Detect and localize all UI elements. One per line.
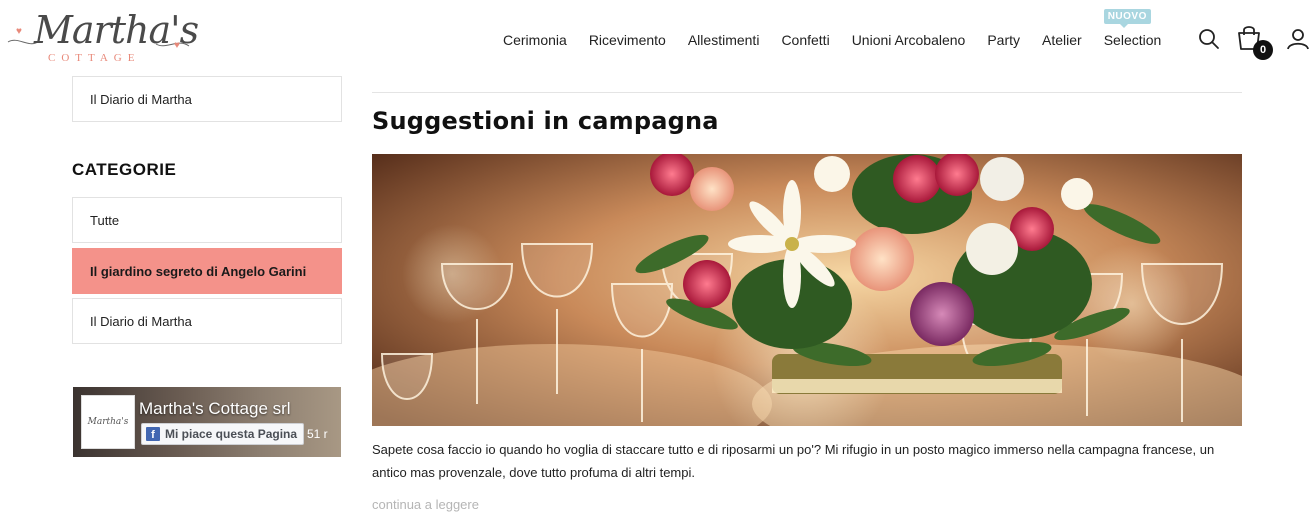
heart-icon: ♥ bbox=[16, 26, 22, 37]
nav-item-atelier[interactable]: Atelier bbox=[1042, 32, 1082, 48]
post-excerpt: Sapete cosa faccio io quando ho voglia d… bbox=[372, 442, 1215, 480]
cart-count-badge: 0 bbox=[1253, 40, 1273, 60]
nav-item-selection[interactable]: NUOVO Selection bbox=[1103, 9, 1162, 48]
post-title[interactable]: Suggestioni in campagna bbox=[372, 107, 719, 135]
category-label: Il Diario di Martha bbox=[90, 313, 192, 329]
category-item-tutte[interactable]: Tutte bbox=[72, 197, 342, 243]
category-item-giardino-segreto[interactable]: Il giardino segreto di Angelo Garini bbox=[72, 248, 342, 294]
nav-item-cerimonia[interactable]: Cerimonia bbox=[503, 32, 567, 48]
facebook-page-widget[interactable]: Martha's Martha's Cottage srl f Mi piace… bbox=[73, 387, 341, 457]
facebook-like-label: Mi piace questa Pagina bbox=[165, 427, 298, 441]
category-item-diario[interactable]: Il Diario di Martha bbox=[72, 298, 342, 344]
site-logo[interactable]: ♥ ♥ Martha's COTTAGE bbox=[6, 8, 199, 66]
table-centerpiece-illustration bbox=[372, 154, 1242, 426]
nav-item-selection-label: Selection bbox=[1103, 32, 1162, 48]
read-more-link[interactable]: continua a leggere bbox=[372, 497, 479, 512]
facebook-like-button[interactable]: f Mi piace questa Pagina bbox=[141, 423, 305, 445]
facebook-page-name[interactable]: Martha's Cottage srl bbox=[139, 399, 291, 419]
logo-subtitle: COTTAGE bbox=[48, 52, 141, 64]
nav-item-allestimenti[interactable]: Allestimenti bbox=[688, 32, 760, 48]
category-label: Il giardino segreto di Angelo Garini bbox=[90, 263, 307, 279]
logo-text: Martha's bbox=[34, 8, 199, 52]
facebook-like-count: 51 r bbox=[307, 427, 328, 441]
user-icon[interactable] bbox=[1286, 27, 1310, 51]
nav-item-party[interactable]: Party bbox=[987, 32, 1020, 48]
nav-item-ricevimento[interactable]: Ricevimento bbox=[589, 32, 666, 48]
nav-item-unioni-arcobaleno[interactable]: Unioni Arcobaleno bbox=[852, 32, 966, 48]
facebook-avatar-text: Martha's bbox=[87, 417, 129, 427]
facebook-page-avatar: Martha's bbox=[81, 395, 135, 449]
facebook-icon: f bbox=[146, 427, 160, 441]
nav-item-confetti[interactable]: Confetti bbox=[781, 32, 829, 48]
new-badge: NUOVO bbox=[1103, 9, 1151, 28]
post-featured-image[interactable] bbox=[372, 154, 1242, 426]
categories-heading: CATEGORIE bbox=[72, 160, 177, 179]
content-divider bbox=[372, 92, 1242, 93]
sidebar-item-diario-top[interactable]: Il Diario di Martha bbox=[72, 76, 342, 122]
search-icon[interactable] bbox=[1198, 28, 1220, 50]
sidebar-item-label: Il Diario di Martha bbox=[90, 91, 192, 107]
main-nav: Cerimonia Ricevimento Allestimenti Confe… bbox=[490, 9, 1172, 50]
category-label: Tutte bbox=[90, 212, 120, 228]
